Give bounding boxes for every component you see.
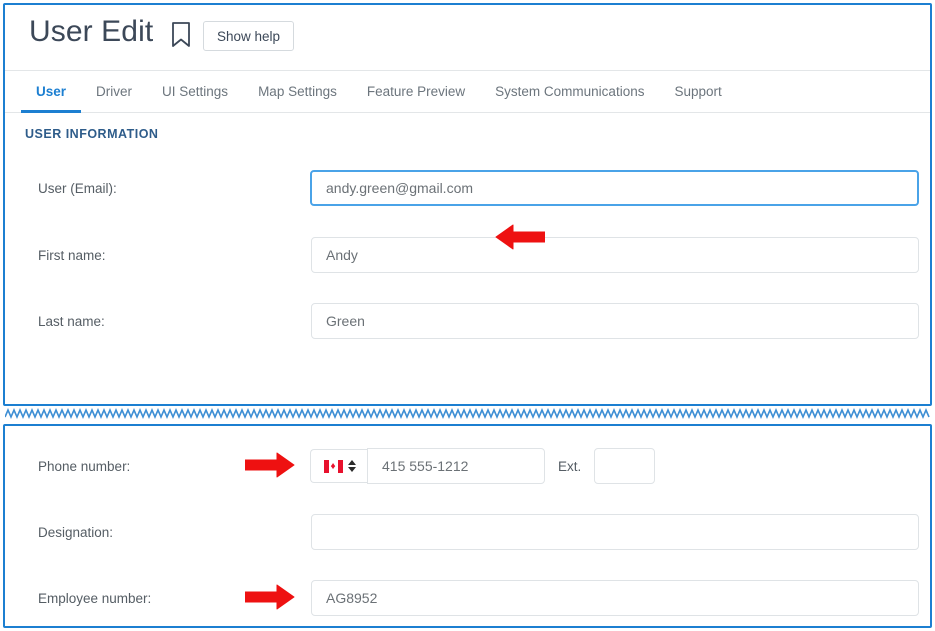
employee-number-value: AG8952 (326, 590, 378, 606)
user-edit-screen: User Edit Show help User Driver UI Setti… (0, 0, 935, 631)
label-first-name: First name: (38, 247, 106, 263)
chevron-updown-icon (347, 460, 356, 472)
show-help-button[interactable]: Show help (203, 21, 295, 51)
contact-information-panel: Phone number: ♦ 415 555-1212 Ext. Design… (3, 424, 932, 628)
tab-driver[interactable]: Driver (81, 71, 147, 112)
last-name-input[interactable]: Green (311, 303, 919, 339)
page-title: User Edit (29, 15, 154, 48)
field-row-last-name: Last name: Green (5, 303, 930, 339)
field-row-employee-number: Employee number: AG8952 (5, 580, 930, 616)
designation-input[interactable] (311, 514, 919, 550)
tab-user[interactable]: User (21, 71, 82, 113)
page-header: User Edit Show help (5, 5, 930, 71)
field-row-email: User (Email): andy.green@gmail.com (5, 170, 930, 206)
tab-label: Support (674, 84, 722, 99)
country-code-select[interactable]: ♦ (310, 449, 368, 483)
tab-support[interactable]: Support (659, 71, 736, 112)
label-ext: Ext. (558, 458, 582, 474)
tab-feature-preview[interactable]: Feature Preview (352, 71, 480, 112)
last-name-input-value: Green (326, 313, 365, 329)
field-row-first-name: First name: Andy (5, 237, 930, 273)
tab-label: UI Settings (162, 84, 229, 99)
label-last-name: Last name: (38, 313, 105, 329)
annotation-arrow-employee-number (245, 584, 295, 610)
phone-number-input[interactable]: 415 555-1212 (367, 448, 545, 484)
ext-input[interactable] (594, 448, 655, 484)
first-name-input-value: Andy (326, 247, 358, 263)
email-input[interactable]: andy.green@gmail.com (310, 170, 919, 206)
field-row-designation: Designation: (5, 514, 930, 550)
email-input-value: andy.green@gmail.com (326, 180, 474, 196)
section-heading-user-information: USER INFORMATION (25, 127, 159, 141)
tab-label: Driver (96, 84, 133, 99)
canada-flag-icon: ♦ (323, 459, 343, 473)
annotation-arrow-phone (245, 452, 295, 478)
show-help-label: Show help (217, 28, 281, 44)
label-email: User (Email): (38, 180, 117, 196)
employee-number-input[interactable]: AG8952 (311, 580, 919, 616)
label-employee-number: Employee number: (38, 590, 152, 606)
tab-bar: User Driver UI Settings Map Settings Fea… (5, 71, 930, 113)
annotation-arrow-email (495, 224, 545, 250)
torn-divider (5, 408, 930, 420)
label-phone-number: Phone number: (38, 458, 131, 474)
tab-system-communications[interactable]: System Communications (480, 71, 659, 112)
first-name-input[interactable]: Andy (311, 237, 919, 273)
label-designation: Designation: (38, 524, 114, 540)
phone-number-value: 415 555-1212 (382, 458, 469, 474)
user-information-panel: User Edit Show help User Driver UI Setti… (3, 3, 932, 406)
tab-label: System Communications (495, 84, 645, 99)
field-row-phone: Phone number: ♦ 415 555-1212 Ext. (5, 448, 930, 484)
tab-ui-settings[interactable]: UI Settings (147, 71, 243, 112)
tab-map-settings[interactable]: Map Settings (243, 71, 352, 112)
bookmark-icon[interactable] (170, 21, 192, 49)
tab-label: User (36, 84, 67, 99)
tab-label: Feature Preview (366, 84, 466, 99)
tab-label: Map Settings (258, 84, 337, 99)
